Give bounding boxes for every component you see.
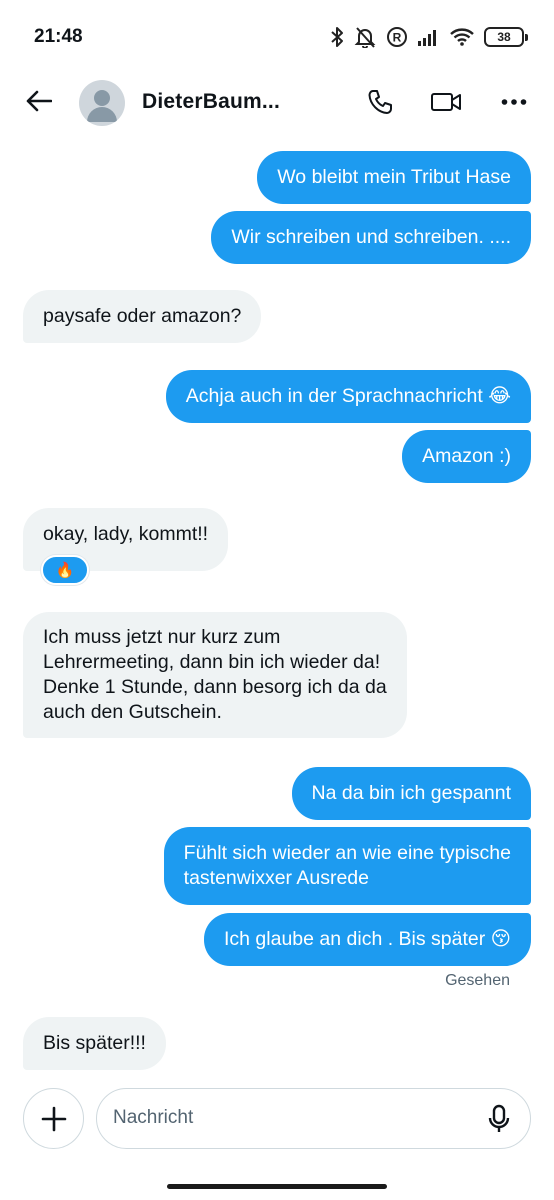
seen-status: Gesehen <box>445 972 510 989</box>
microphone-icon <box>488 1104 510 1132</box>
svg-text:R: R <box>393 31 402 45</box>
incoming-message[interactable]: Ich muss jetzt nur kurz zum Lehrermeetin… <box>23 612 407 738</box>
phone-icon <box>368 90 392 114</box>
conversation-header: DieterBaum... <box>0 72 554 134</box>
contact-name[interactable]: DieterBaum... <box>142 90 280 114</box>
outgoing-message[interactable]: Wo bleibt mein Tribut Hase <box>257 151 531 204</box>
plus-icon <box>41 1106 66 1131</box>
fire-emoji: 🔥 <box>55 562 75 579</box>
outgoing-message[interactable]: Amazon :) <box>402 430 531 483</box>
add-attachment-button[interactable] <box>23 1088 84 1149</box>
back-button[interactable] <box>22 84 56 118</box>
message-list: Wo bleibt mein Tribut Hase Wir schreiben… <box>0 134 554 1080</box>
contact-avatar[interactable] <box>79 80 125 126</box>
gesture-home-bar[interactable] <box>167 1184 387 1189</box>
status-icons: R 38 <box>330 24 528 50</box>
reaction-badge[interactable]: 🔥 <box>41 555 89 585</box>
incoming-message[interactable]: paysafe oder amazon? <box>23 290 262 343</box>
incoming-message[interactable]: Bis später!!! <box>23 1017 166 1070</box>
wifi-icon <box>450 28 474 46</box>
call-button[interactable] <box>362 84 398 120</box>
message-field[interactable] <box>96 1088 531 1149</box>
bluetooth-icon <box>330 26 344 48</box>
signal-icon <box>418 28 440 46</box>
battery-icon: 38 <box>484 27 528 47</box>
bell-muted-icon <box>354 26 376 48</box>
message-composer <box>0 1084 554 1154</box>
video-icon <box>431 93 461 111</box>
back-arrow-icon <box>26 90 52 112</box>
outgoing-message[interactable]: Achja auch in der Sprachnachricht 😂 <box>165 370 531 423</box>
message-input[interactable] <box>113 1103 473 1133</box>
voice-message-button[interactable] <box>482 1102 516 1136</box>
outgoing-message[interactable]: Wir schreiben und schreiben. .... <box>211 211 531 264</box>
outgoing-message[interactable]: Ich glaube an dich . Bis später 😚 <box>204 913 531 966</box>
outgoing-message[interactable]: Fühlt sich wieder an wie eine typische t… <box>163 827 531 905</box>
outgoing-message[interactable]: Na da bin ich gespannt <box>291 767 531 820</box>
more-options-button[interactable] <box>496 84 532 120</box>
default-avatar-icon <box>87 90 117 122</box>
registered-icon: R <box>386 26 408 48</box>
video-call-button[interactable] <box>428 84 464 120</box>
status-bar: 21:48 R 38 <box>0 0 554 72</box>
status-time: 21:48 <box>34 26 83 47</box>
more-icon <box>501 99 527 105</box>
